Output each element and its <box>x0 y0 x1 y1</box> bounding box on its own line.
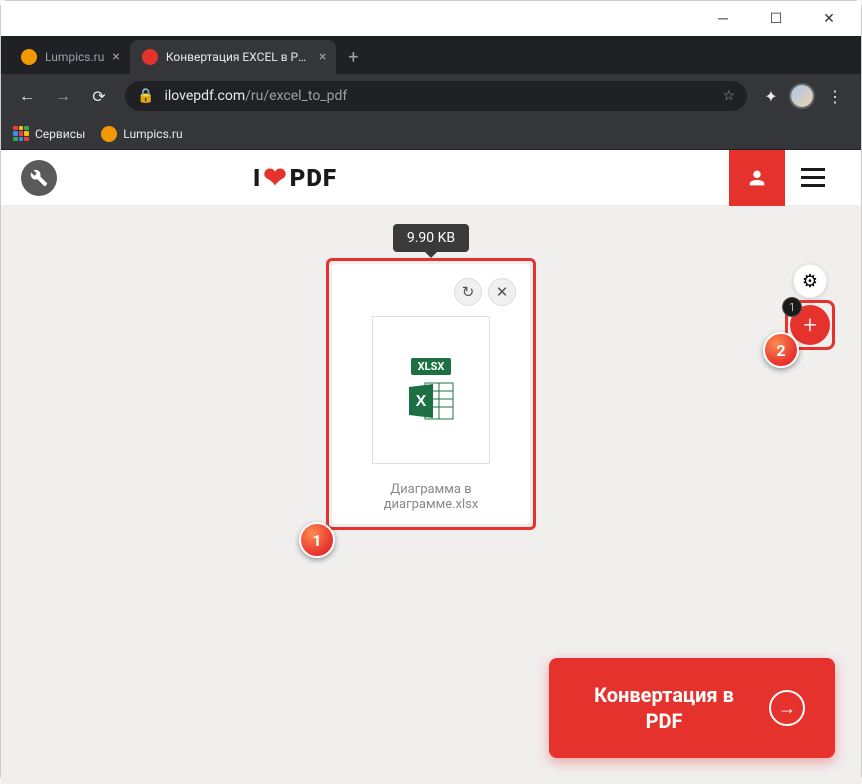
user-icon <box>746 167 768 189</box>
profile-avatar[interactable] <box>789 83 815 109</box>
xlsx-badge: XLSX <box>411 358 452 375</box>
convert-button[interactable]: Конвертация в PDF → <box>549 658 835 758</box>
tab-title: Lumpics.ru <box>45 50 104 64</box>
browser-menu-button[interactable]: ⋮ <box>819 80 851 112</box>
rotate-button[interactable]: ↻ <box>454 278 482 306</box>
site-header: I PDF <box>1 150 861 206</box>
settings-button[interactable]: ⚙ <box>793 264 827 298</box>
url-field[interactable]: 🔒 ilovepdf.com/ru/excel_to_pdf ☆ <box>125 81 747 111</box>
minimize-button[interactable]: ─ <box>709 9 737 29</box>
logo[interactable]: I PDF <box>253 161 337 194</box>
browser-tab-ilovepdf[interactable]: Конвертация EXCEL в PDF. Доку × <box>130 40 336 74</box>
apps-bookmark[interactable]: Сервисы <box>13 126 85 142</box>
file-preview: XLSX X <box>372 316 490 464</box>
close-tab-icon[interactable]: × <box>319 49 326 65</box>
callout-marker-2: 2 <box>763 332 799 368</box>
bookmark-lumpics[interactable]: Lumpics.ru <box>101 126 182 142</box>
arrow-right-icon: → <box>769 690 805 726</box>
tab-title: Конвертация EXCEL в PDF. Доку <box>166 50 311 64</box>
card-actions: ↻ ✕ <box>346 278 516 306</box>
add-file-button[interactable]: 1 + <box>790 305 830 345</box>
favicon-icon <box>101 126 117 142</box>
plus-icon: + <box>803 311 817 339</box>
close-icon: ✕ <box>496 283 509 301</box>
rotate-icon: ↻ <box>462 283 475 301</box>
extensions-icon[interactable]: ✦ <box>757 82 785 110</box>
apps-grid-icon <box>13 126 29 142</box>
address-bar: ← → ⟳ 🔒 ilovepdf.com/ru/excel_to_pdf ☆ ✦… <box>1 74 861 118</box>
back-button[interactable]: ← <box>11 80 43 112</box>
favicon-icon <box>142 49 158 65</box>
new-tab-button[interactable]: + <box>336 40 370 74</box>
close-window-button[interactable]: ✕ <box>815 9 843 29</box>
file-name: Диаграмма в диаграмме.xlsx <box>346 482 516 512</box>
remove-file-button[interactable]: ✕ <box>488 278 516 306</box>
file-card-highlight: ↻ ✕ XLSX X <box>326 258 536 530</box>
bookmarks-bar: Сервисы Lumpics.ru <box>1 118 861 150</box>
maximize-button[interactable]: ☐ <box>762 9 790 29</box>
svg-text:X: X <box>416 393 427 410</box>
heart-icon <box>263 161 287 194</box>
gear-icon: ⚙ <box>802 271 818 292</box>
window-titlebar: ─ ☐ ✕ <box>1 1 861 36</box>
browser-tabs: Lumpics.ru × Конвертация EXCEL в PDF. До… <box>1 36 861 74</box>
login-button[interactable] <box>729 150 785 206</box>
file-count-badge: 1 <box>782 297 802 317</box>
wrench-icon <box>30 169 48 187</box>
browser-tab-lumpics[interactable]: Lumpics.ru × <box>9 40 130 74</box>
reload-button[interactable]: ⟳ <box>83 80 115 112</box>
menu-button[interactable] <box>785 150 841 206</box>
url-text: ilovepdf.com/ru/excel_to_pdf <box>164 88 347 104</box>
convert-label: Конвертация в PDF <box>579 682 749 734</box>
forward-button[interactable]: → <box>47 80 79 112</box>
lock-icon: 🔒 <box>137 88 154 104</box>
close-tab-icon[interactable]: × <box>112 49 119 65</box>
favicon-icon <box>21 49 37 65</box>
bookmark-star-icon[interactable]: ☆ <box>722 88 735 104</box>
tool-button[interactable] <box>21 160 57 196</box>
file-card[interactable]: ↻ ✕ XLSX X <box>332 264 530 524</box>
callout-marker-1: 1 <box>299 522 335 558</box>
file-size-badge: 9.90 KB <box>393 224 469 252</box>
excel-icon: X <box>407 379 455 423</box>
main-content: 9.90 KB ↻ ✕ XLSX <box>1 206 861 784</box>
